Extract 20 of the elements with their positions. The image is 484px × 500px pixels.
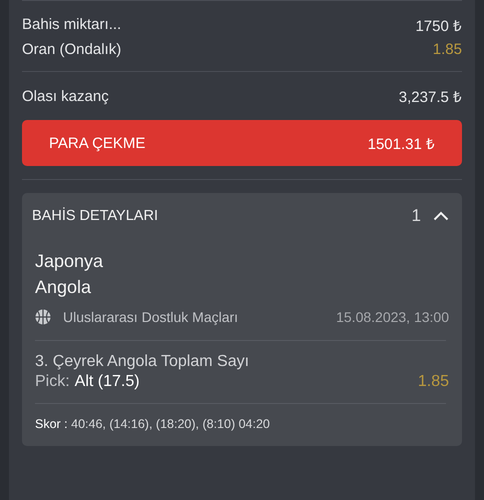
- basketball-icon: [35, 309, 51, 325]
- row-label: Bahis miktarı...: [22, 16, 122, 33]
- bet-count: 1: [412, 206, 421, 226]
- row-label: Oran (Ondalık): [22, 41, 122, 58]
- pick-label: Pick:: [35, 372, 70, 392]
- cashout-button[interactable]: PARA ÇEKME 1501.31 ₺: [22, 120, 462, 166]
- market-name: 3. Çeyrek Angola Toplam Sayı: [35, 353, 250, 371]
- score-text: Skor : 40:46, (14:16), (18:20), (8:10) 04:20: [35, 417, 270, 431]
- pick-value: Alt (17.5): [74, 372, 141, 392]
- potential-label: Olası kazanç: [22, 88, 109, 104]
- odds-value: 1.85: [418, 372, 449, 392]
- stake-amount: 1750 ₺: [415, 16, 462, 34]
- section-title: BAHİS DETAYLARI: [32, 208, 159, 224]
- potential-value: 3,237.5 ₺: [398, 88, 462, 106]
- league-name: Uluslararası Dostluk Maçları: [63, 309, 240, 325]
- chevron-up-icon[interactable]: [433, 210, 449, 220]
- match-date: 15.08.2023, 13:00: [336, 309, 449, 325]
- team-name: Japonya: [34, 250, 104, 273]
- team-name: Angola: [34, 276, 92, 299]
- odds-value: 1.85: [432, 41, 462, 58]
